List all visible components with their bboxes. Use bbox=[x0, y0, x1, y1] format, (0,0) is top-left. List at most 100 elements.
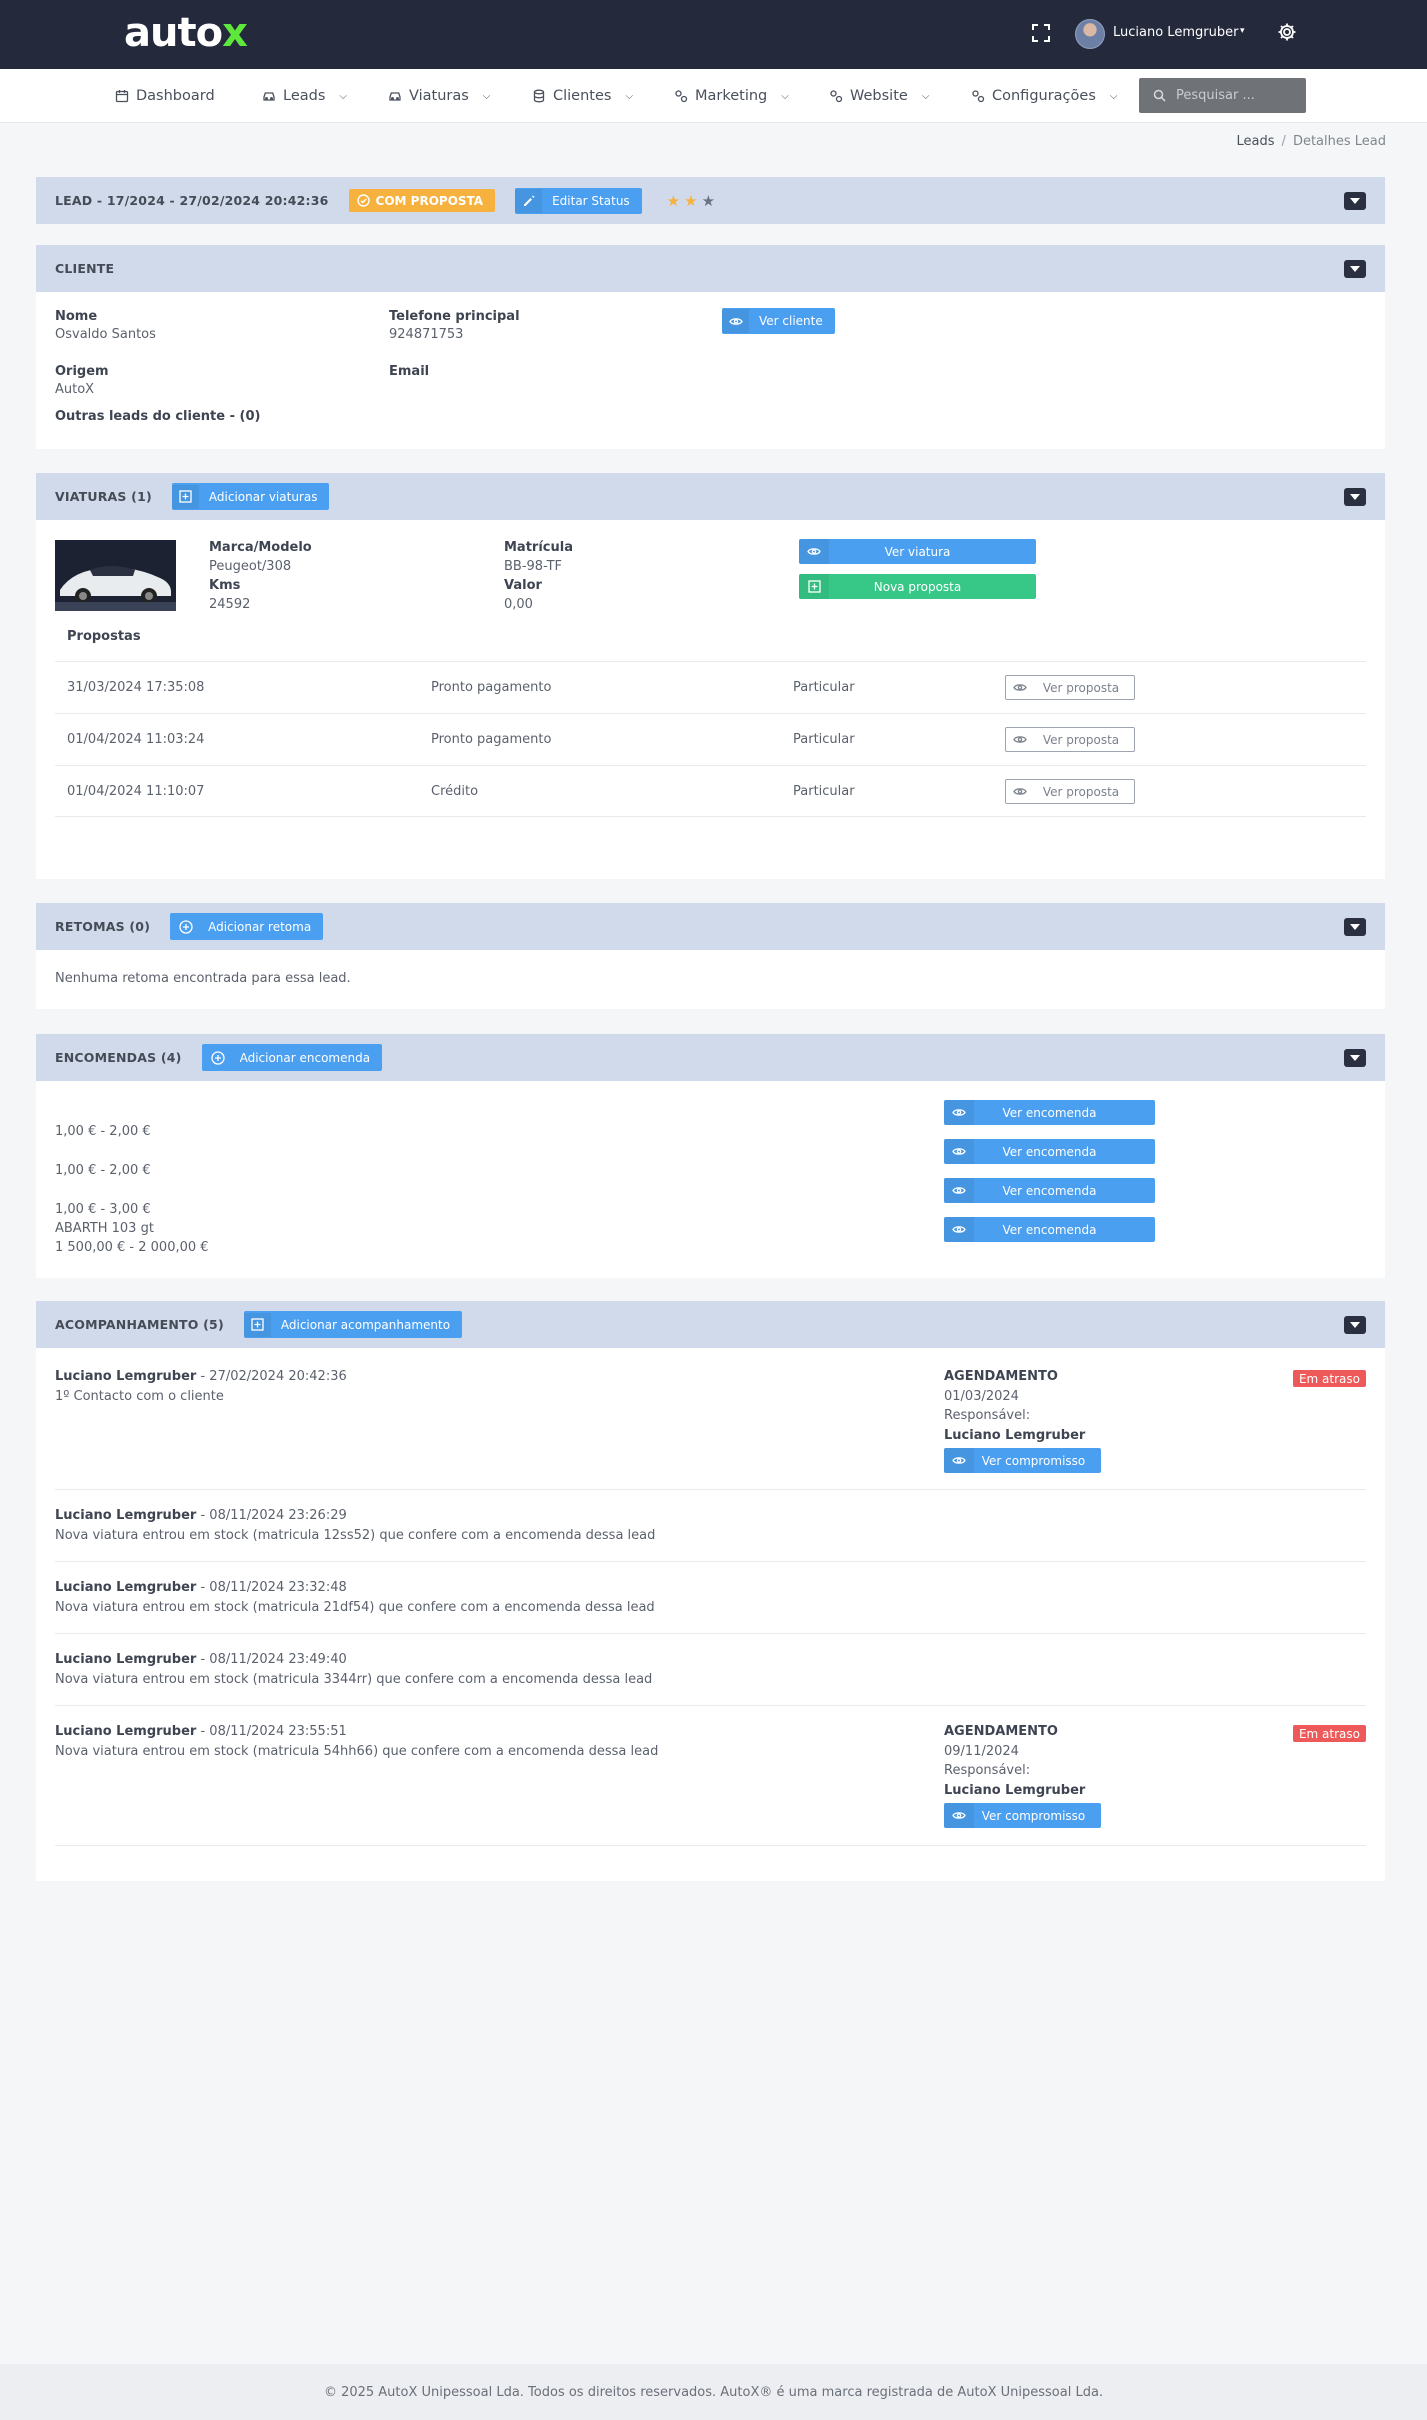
retomas-header: RETOMAS (0) Adicionar retoma bbox=[36, 903, 1385, 950]
ver-proposta-button[interactable]: Ver proposta bbox=[1005, 675, 1135, 700]
nav-clientes[interactable]: Clientes ⌵ bbox=[532, 86, 633, 106]
breadcrumb: Leads / Detalhes Lead bbox=[1237, 134, 1386, 149]
ver-encomenda-button[interactable]: Ver encomenda bbox=[944, 1100, 1155, 1125]
kms-label: Kms bbox=[209, 578, 241, 593]
retomas-empty: Nenhuma retoma encontrada para essa lead… bbox=[55, 971, 351, 986]
collapse-button[interactable] bbox=[1344, 1316, 1366, 1334]
car-icon bbox=[263, 92, 275, 101]
chevron-down-icon bbox=[1350, 1322, 1360, 1328]
search-input[interactable] bbox=[1176, 88, 1286, 103]
breadcrumb-current: Detalhes Lead bbox=[1292, 134, 1386, 149]
nav-viaturas[interactable]: Viaturas ⌵ bbox=[388, 86, 490, 106]
proposta-date: 31/03/2024 17:35:08 bbox=[67, 680, 205, 695]
valor-label: Valor bbox=[504, 578, 542, 593]
cliente-header: CLIENTE bbox=[36, 245, 1385, 292]
retomas-card: RETOMAS (0) Adicionar retoma Nenhuma ret… bbox=[36, 903, 1385, 1009]
viaturas-card: VIATURAS (1) Adicionar viaturas Marca/Mo… bbox=[36, 473, 1385, 879]
chevron-down-icon bbox=[1350, 924, 1360, 930]
adicionar-acompanhamento-button[interactable]: Adicionar acompanhamento bbox=[243, 1311, 463, 1338]
rating-stars[interactable]: ★ ★ ★ bbox=[667, 192, 715, 210]
proposta-type: Particular bbox=[793, 732, 855, 747]
collapse-button[interactable] bbox=[1344, 192, 1366, 210]
plus-square-icon bbox=[243, 1312, 271, 1337]
adicionar-retoma-button[interactable]: Adicionar retoma bbox=[170, 913, 324, 940]
proposta-date: 01/04/2024 11:10:07 bbox=[67, 783, 205, 799]
ver-compromisso-label: Ver compromisso bbox=[981, 1453, 1086, 1468]
ver-proposta-label: Ver proposta bbox=[1042, 732, 1120, 747]
top-bar: autox Luciano Lemgruber ▾ bbox=[0, 0, 1427, 69]
eye-icon bbox=[944, 1178, 974, 1203]
encomenda-model: ABARTH 103 gt bbox=[55, 1221, 154, 1236]
adicionar-retoma-label: Adicionar retoma bbox=[208, 919, 312, 934]
agendamento-label: AGENDAMENTO bbox=[944, 1369, 1058, 1384]
collapse-button[interactable] bbox=[1344, 918, 1366, 936]
star-icon[interactable]: ★ bbox=[684, 192, 697, 210]
ver-compromisso-button[interactable]: Ver compromisso bbox=[944, 1448, 1101, 1473]
database-icon bbox=[533, 89, 545, 103]
responsavel-name: Luciano Lemgruber bbox=[944, 1428, 1086, 1443]
status-label: COM PROPOSTA bbox=[375, 193, 484, 208]
ver-proposta-button[interactable]: Ver proposta bbox=[1005, 779, 1135, 804]
ver-encomenda-button[interactable]: Ver encomenda bbox=[944, 1178, 1155, 1203]
adicionar-acompanhamento-label: Adicionar acompanhamento bbox=[280, 1317, 451, 1332]
ver-encomenda-button[interactable]: Ver encomenda bbox=[944, 1217, 1155, 1242]
outras-leads[interactable]: Outras leads do cliente - (0) bbox=[55, 409, 260, 424]
nav-marketing[interactable]: Marketing ⌵ bbox=[674, 86, 789, 106]
adicionar-encomenda-button[interactable]: Adicionar encomenda bbox=[201, 1044, 383, 1071]
nova-proposta-label: Nova proposta bbox=[873, 579, 962, 594]
acompanhamento-title: ACOMPANHAMENTO (5) bbox=[55, 1317, 224, 1332]
ver-cliente-button[interactable]: Ver cliente bbox=[722, 308, 835, 334]
encomendas-header: ENCOMENDAS (4) Adicionar encomenda bbox=[36, 1034, 1385, 1081]
followup-text: Nova viatura entrou em stock (matricula … bbox=[55, 1600, 655, 1615]
gear-icon[interactable] bbox=[1277, 22, 1297, 42]
footer: © 2025 AutoX Unipessoal Lda. Todos os di… bbox=[0, 2364, 1427, 2420]
nav-dashboard[interactable]: Dashboard bbox=[115, 86, 215, 106]
ver-encomenda-button[interactable]: Ver encomenda bbox=[944, 1139, 1155, 1164]
cogs-icon bbox=[675, 90, 688, 103]
autox-logo[interactable]: autox bbox=[124, 8, 248, 58]
nav-label: Configurações bbox=[992, 88, 1096, 104]
footer-text: © 2025 AutoX Unipessoal Lda. Todos os di… bbox=[323, 2384, 1104, 2400]
eye-icon bbox=[944, 1139, 974, 1164]
nav-label: Marketing bbox=[695, 88, 768, 104]
collapse-button[interactable] bbox=[1344, 260, 1366, 278]
ver-encomenda-label: Ver encomenda bbox=[1002, 1183, 1097, 1198]
ver-proposta-button[interactable]: Ver proposta bbox=[1005, 727, 1135, 752]
followup-author: Luciano Lemgruber bbox=[55, 1652, 197, 1667]
telefone-label: Telefone principal bbox=[389, 309, 520, 324]
edit-status-button[interactable]: Editar Status bbox=[515, 187, 642, 214]
breadcrumb-leads[interactable]: Leads bbox=[1237, 134, 1275, 149]
plus-circle-icon bbox=[174, 915, 198, 939]
adicionar-viaturas-button[interactable]: Adicionar viaturas bbox=[171, 483, 330, 510]
user-name[interactable]: Luciano Lemgruber bbox=[1113, 25, 1238, 40]
ver-viatura-button[interactable]: Ver viatura bbox=[799, 539, 1036, 564]
cogs-icon bbox=[830, 90, 843, 103]
proposta-payment: Crédito bbox=[431, 783, 479, 799]
table-row: 01/04/2024 11:03:24 Pronto pagamento Par… bbox=[55, 713, 1366, 765]
chevron-down-icon bbox=[1350, 266, 1360, 272]
encomendas-title: ENCOMENDAS (4) bbox=[55, 1050, 182, 1065]
responsavel-name: Luciano Lemgruber bbox=[944, 1783, 1086, 1798]
fullscreen-icon[interactable] bbox=[1032, 24, 1050, 42]
car-icon bbox=[389, 92, 401, 101]
ver-proposta-label: Ver proposta bbox=[1042, 680, 1120, 695]
ver-compromisso-button[interactable]: Ver compromisso bbox=[944, 1803, 1101, 1828]
adicionar-encomenda-label: Adicionar encomenda bbox=[239, 1050, 371, 1065]
star-icon[interactable]: ★ bbox=[702, 192, 715, 210]
vehicle-photo[interactable] bbox=[55, 540, 176, 611]
nav-configuracoes[interactable]: Configurações ⌵ bbox=[971, 86, 1117, 106]
nav-label: Clientes bbox=[553, 88, 612, 104]
agendamento-label: AGENDAMENTO bbox=[944, 1724, 1058, 1739]
nova-proposta-button[interactable]: Nova proposta bbox=[799, 574, 1036, 599]
em-atraso-badge: Em atraso bbox=[1292, 1725, 1366, 1742]
followup-author: Luciano Lemgruber bbox=[55, 1369, 197, 1384]
caret-down-icon[interactable]: ▾ bbox=[1240, 26, 1245, 36]
star-icon[interactable]: ★ bbox=[667, 192, 680, 210]
avatar[interactable] bbox=[1075, 19, 1105, 49]
nome-label: Nome bbox=[55, 309, 98, 324]
chevron-down-icon: ⌵ bbox=[781, 90, 789, 102]
collapse-button[interactable] bbox=[1344, 488, 1366, 506]
collapse-button[interactable] bbox=[1344, 1049, 1366, 1067]
nav-website[interactable]: Website ⌵ bbox=[829, 86, 929, 106]
nav-leads[interactable]: Leads ⌵ bbox=[262, 86, 347, 106]
